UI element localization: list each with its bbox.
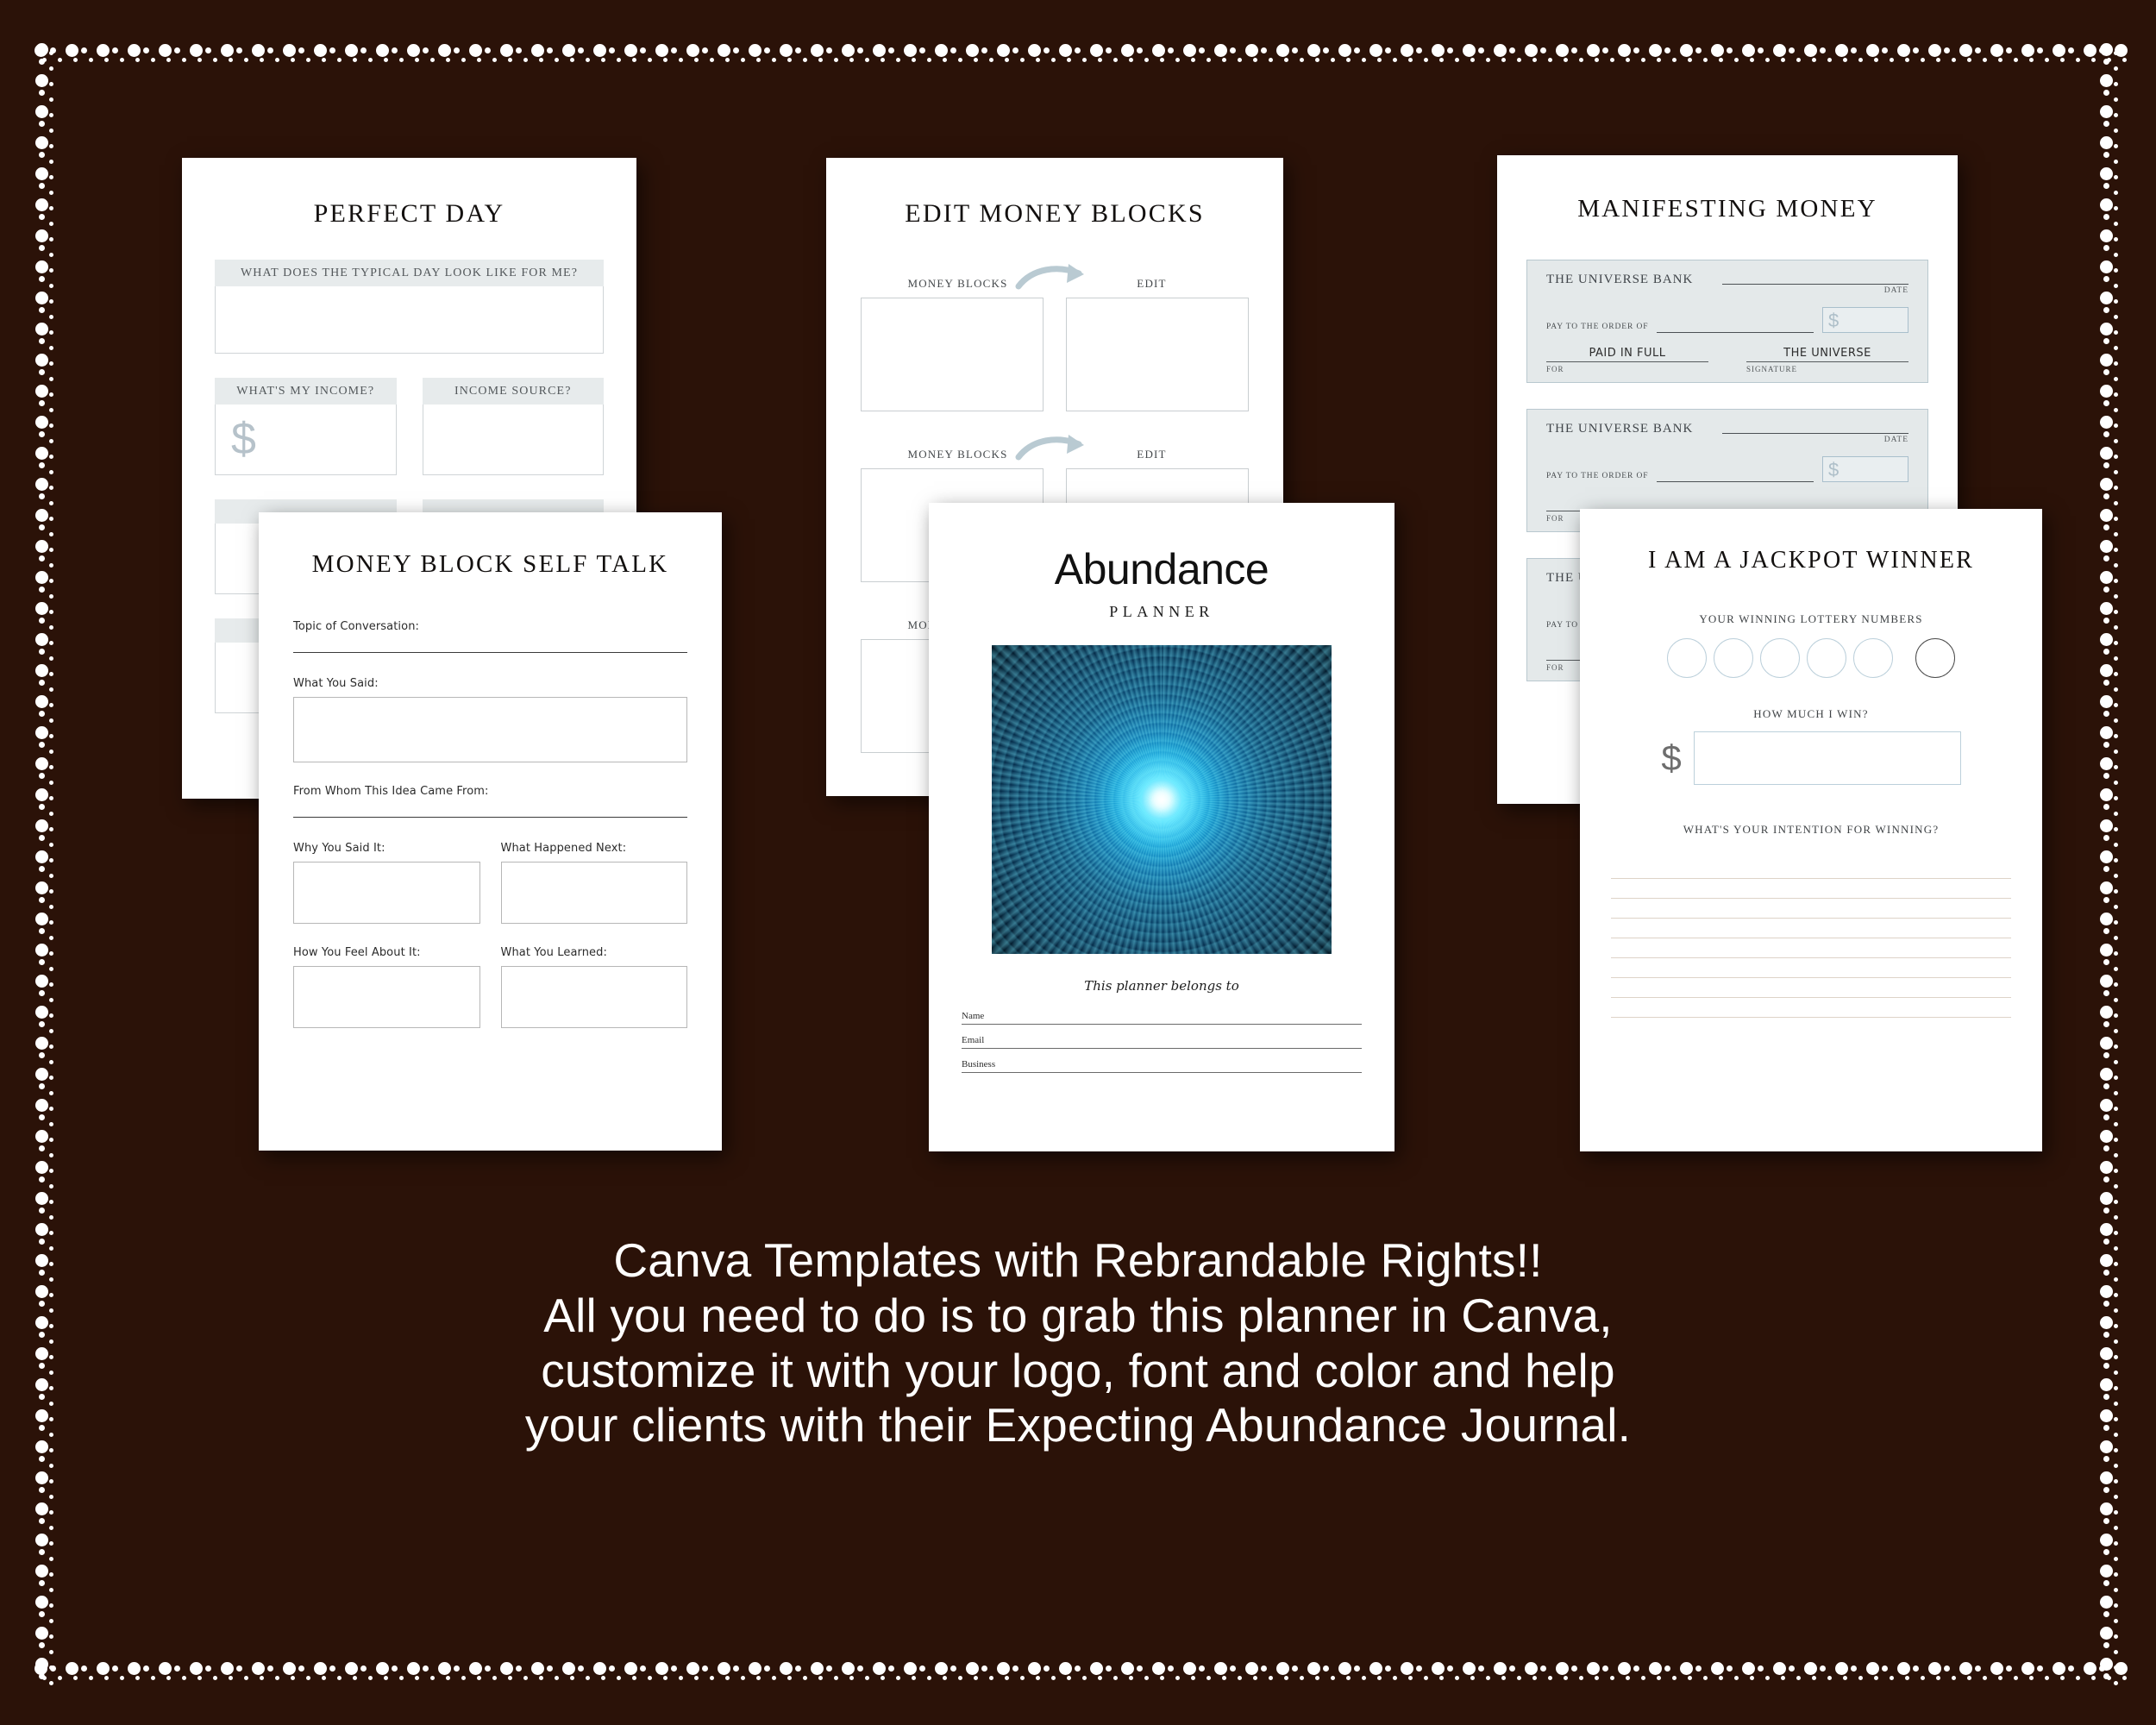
what-you-learned-input[interactable] xyxy=(500,966,687,1028)
why-you-said-it-input[interactable] xyxy=(293,862,480,924)
income-group: WHAT'S MY INCOME? $ xyxy=(215,378,397,475)
block-row-1: MONEY BLOCKS EDIT xyxy=(861,264,1249,411)
why-you-said-it-label: Why You Said It: xyxy=(293,842,385,855)
belongs-to-text: This planner belongs to xyxy=(1084,978,1239,994)
page-title: EDIT MONEY BLOCKS xyxy=(905,199,1205,228)
dollar-icon: $ xyxy=(231,414,256,464)
what-happened-next-input[interactable] xyxy=(500,862,687,924)
page-title: MONEY BLOCK SELF TALK xyxy=(311,550,669,578)
intention-line[interactable] xyxy=(1611,879,2011,899)
date-label: DATE xyxy=(1883,286,1908,295)
how-you-feel-input[interactable] xyxy=(293,966,480,1028)
intention-caption: WHAT'S YOUR INTENTION FOR WINNING? xyxy=(1683,823,1940,836)
intention-line[interactable] xyxy=(1611,958,2011,978)
from-whom-input[interactable] xyxy=(293,817,687,818)
dollar-icon: $ xyxy=(1661,737,1682,778)
curved-arrow-icon xyxy=(1015,263,1094,296)
signature-handwriting: THE UNIVERSE xyxy=(1783,347,1871,360)
payee-input[interactable] xyxy=(1657,323,1814,333)
page-title: PERFECT DAY xyxy=(313,199,505,228)
memo-handwriting: PAID IN FULL xyxy=(1589,347,1666,360)
intention-lines xyxy=(1611,859,2011,1018)
check-1[interactable]: THE UNIVERSE BANK DATE PAY TO THE ORDER … xyxy=(1526,260,1928,383)
what-you-said-label: What You Said: xyxy=(293,677,379,690)
page-money-block-self-talk[interactable]: MONEY BLOCK SELF TALK Topic of Conversat… xyxy=(259,512,722,1151)
business-field[interactable]: Business xyxy=(962,1059,1362,1073)
promo-line-3: customize it with your logo, font and co… xyxy=(541,1343,1615,1397)
intention-line[interactable] xyxy=(1611,919,2011,938)
lottery-balls xyxy=(1580,638,2042,678)
money-blocks-input[interactable] xyxy=(861,298,1044,411)
income-source-group: INCOME SOURCE? xyxy=(422,378,604,475)
intention-line[interactable] xyxy=(1611,859,2011,879)
page-title: MANIFESTING MONEY xyxy=(1577,195,1877,223)
income-source-label: INCOME SOURCE? xyxy=(422,378,604,405)
bank-name: THE UNIVERSE BANK xyxy=(1546,273,1694,286)
what-you-learned-label: What You Learned: xyxy=(500,946,607,959)
email-label: Email xyxy=(962,1035,985,1045)
pay-to-label: PAY TO THE ORDER OF xyxy=(1546,472,1649,480)
topic-label: Topic of Conversation: xyxy=(293,620,420,633)
name-label: Name xyxy=(962,1011,985,1021)
border-top xyxy=(34,43,2128,66)
typical-day-label: WHAT DOES THE TYPICAL DAY LOOK LIKE FOR … xyxy=(215,260,604,286)
blue-spiral-vortex-image xyxy=(992,645,1332,954)
amount-input[interactable]: $ xyxy=(1822,456,1908,482)
name-field[interactable]: Name xyxy=(962,1011,1362,1025)
intention-line[interactable] xyxy=(1611,938,2011,958)
date-input[interactable] xyxy=(1722,422,1908,434)
cover-subtitle: PLANNER xyxy=(1109,603,1214,620)
date-label: DATE xyxy=(1883,436,1908,444)
what-happened-next-label: What Happened Next: xyxy=(500,842,627,855)
border-bottom xyxy=(34,1661,2128,1684)
income-row: WHAT'S MY INCOME? $ INCOME SOURCE? xyxy=(215,378,604,475)
promo-line-2: All you need to do is to grab this plann… xyxy=(543,1288,1613,1342)
page-abundance-cover[interactable]: Abundance PLANNER This planner belongs t… xyxy=(929,503,1395,1151)
income-source-input[interactable] xyxy=(422,405,604,475)
memo-input[interactable] xyxy=(1546,361,1708,362)
payee-input[interactable] xyxy=(1657,472,1814,482)
lottery-ball-5[interactable] xyxy=(1853,638,1893,678)
email-field[interactable]: Email xyxy=(962,1035,1362,1049)
pay-to-label: PAY TO THE ORDER OF xyxy=(1546,323,1649,331)
lottery-ball-bonus[interactable] xyxy=(1915,638,1955,678)
lottery-ball-2[interactable] xyxy=(1714,638,1753,678)
win-amount-input[interactable] xyxy=(1693,731,1961,785)
page-title: I AM A JACKPOT WINNER xyxy=(1647,547,1975,574)
income-label: WHAT'S MY INCOME? xyxy=(215,378,397,405)
how-much-caption: HOW MUCH I WIN? xyxy=(1753,707,1869,720)
promo-line-4: your clients with their Expecting Abunda… xyxy=(524,1398,1632,1452)
amount-input[interactable]: $ xyxy=(1822,307,1908,333)
lottery-ball-1[interactable] xyxy=(1667,638,1707,678)
business-label: Business xyxy=(962,1059,996,1070)
cover-title: Abundance xyxy=(1054,545,1269,593)
edit-input[interactable] xyxy=(1066,298,1249,411)
from-whom-label: From Whom This Idea Came From: xyxy=(293,785,489,798)
what-you-said-input[interactable] xyxy=(293,697,687,762)
intention-line[interactable] xyxy=(1611,899,2011,919)
memo-label: FOR xyxy=(1546,365,1564,373)
bank-name: THE UNIVERSE BANK xyxy=(1546,422,1694,436)
lottery-caption: YOUR WINNING LOTTERY NUMBERS xyxy=(1699,612,1923,625)
signature-input[interactable] xyxy=(1746,361,1908,362)
curved-arrow-icon xyxy=(1015,434,1094,467)
typical-day-group: WHAT DOES THE TYPICAL DAY LOOK LIKE FOR … xyxy=(215,260,604,354)
intention-line[interactable] xyxy=(1611,998,2011,1018)
intention-line[interactable] xyxy=(1611,978,2011,998)
how-you-feel-label: How You Feel About It: xyxy=(293,946,421,959)
page-jackpot-winner[interactable]: I AM A JACKPOT WINNER YOUR WINNING LOTTE… xyxy=(1580,509,2042,1151)
income-input[interactable]: $ xyxy=(215,405,397,475)
promo-text-block: Canva Templates with Rebrandable Rights!… xyxy=(0,1233,2156,1453)
signature-label: SIGNATURE xyxy=(1746,365,1798,373)
topic-input[interactable] xyxy=(293,652,687,653)
date-input[interactable] xyxy=(1722,273,1908,285)
promo-line-1: Canva Templates with Rebrandable Rights!… xyxy=(613,1233,1543,1287)
lottery-ball-4[interactable] xyxy=(1807,638,1846,678)
typical-day-input[interactable] xyxy=(215,286,604,354)
lottery-ball-3[interactable] xyxy=(1760,638,1800,678)
